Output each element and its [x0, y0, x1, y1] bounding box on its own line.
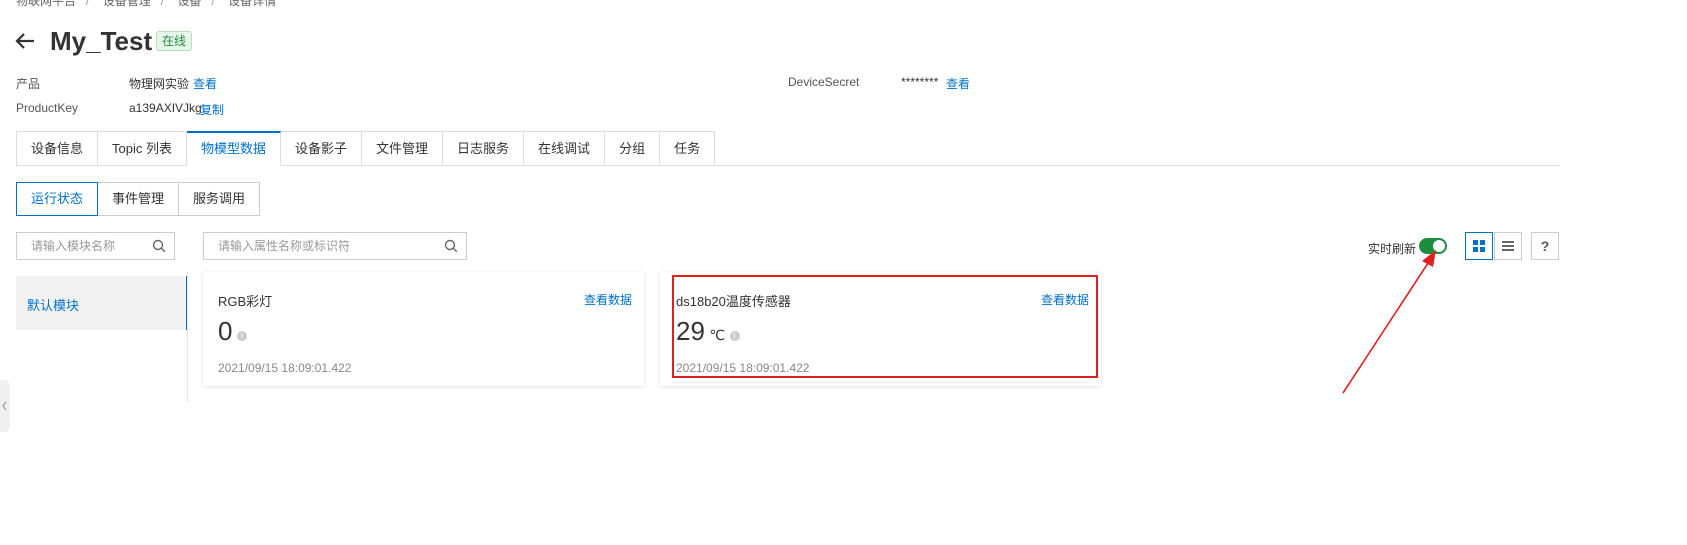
tab-device-info[interactable]: 设备信息	[16, 131, 99, 166]
tab-group[interactable]: 分组	[605, 131, 661, 166]
list-view-button[interactable]	[1494, 232, 1522, 260]
tab-task[interactable]: 任务	[660, 131, 716, 166]
breadcrumb: 物联网平台 / 设备管理 / 设备 / 设备详情	[16, 0, 276, 9]
module-search-input[interactable]	[17, 233, 170, 259]
highlight-box	[672, 275, 1098, 378]
devicesecret-label: DeviceSecret	[788, 75, 860, 89]
view-data-link[interactable]: 查看数据	[584, 291, 632, 308]
devicesecret-value: ********	[901, 75, 939, 89]
property-search-box	[203, 232, 467, 260]
product-label: 产品	[16, 77, 41, 91]
product-value: 物理网实验	[129, 77, 190, 91]
search-icon[interactable]	[444, 239, 458, 253]
breadcrumb-item[interactable]: 设备管理	[103, 0, 151, 8]
status-badge: 在线	[156, 31, 193, 51]
help-icon[interactable]: ?	[1531, 232, 1559, 260]
search-icon[interactable]	[152, 239, 166, 253]
grid-view-icon	[1473, 240, 1485, 252]
tab-online-debug[interactable]: 在线调试	[524, 131, 606, 166]
tab-device-shadow[interactable]: 设备影子	[281, 131, 363, 166]
product-view-link[interactable]: 查看	[193, 75, 217, 92]
list-view-icon	[1502, 241, 1514, 251]
tab-topic-list[interactable]: Topic 列表	[98, 131, 187, 166]
divider	[187, 272, 188, 402]
property-card-title: RGB彩灯	[218, 294, 273, 309]
back-arrow-icon[interactable]	[14, 30, 36, 58]
subtab-service-call[interactable]: 服务调用	[179, 182, 261, 216]
productkey-value: a139AXIVJkg	[129, 101, 202, 115]
breadcrumb-item-current: 设备详情	[228, 0, 277, 8]
breadcrumb-item[interactable]: 物联网平台	[16, 0, 76, 8]
subtab-event-management[interactable]: 事件管理	[98, 182, 180, 216]
devicesecret-view-link[interactable]: 查看	[946, 75, 970, 92]
productkey-label: ProductKey	[16, 101, 79, 115]
breadcrumb-item[interactable]: 设备	[177, 0, 201, 8]
tab-thing-model-data[interactable]: 物模型数据	[186, 131, 281, 166]
tab-log-service[interactable]: 日志服务	[443, 131, 525, 166]
subtab-running-status[interactable]: 运行状态	[16, 182, 99, 216]
grid-view-button[interactable]	[1465, 232, 1493, 260]
page-title: My_Test	[50, 26, 153, 56]
property-value: 0	[218, 316, 233, 346]
module-label[interactable]: 默认模块	[27, 295, 79, 314]
property-timestamp: 2021/09/15 18:09:01.422	[218, 361, 352, 375]
property-value-row: 0 i	[218, 316, 247, 347]
info-icon[interactable]: i	[236, 330, 247, 341]
tab-file-management[interactable]: 文件管理	[362, 131, 444, 166]
annotation-arrow-icon	[1342, 250, 1436, 394]
chevron-left-icon	[2, 401, 7, 411]
productkey-copy-link[interactable]: 复制	[200, 101, 224, 118]
sidebar-collapse-handle[interactable]	[0, 380, 10, 432]
module-search-box	[16, 232, 175, 260]
subtab-bar: 运行状态 事件管理 服务调用	[16, 182, 261, 216]
tab-bar: 设备信息 Topic 列表 物模型数据 设备影子 文件管理 日志服务 在线调试 …	[16, 131, 716, 166]
property-search-input[interactable]	[204, 233, 462, 259]
